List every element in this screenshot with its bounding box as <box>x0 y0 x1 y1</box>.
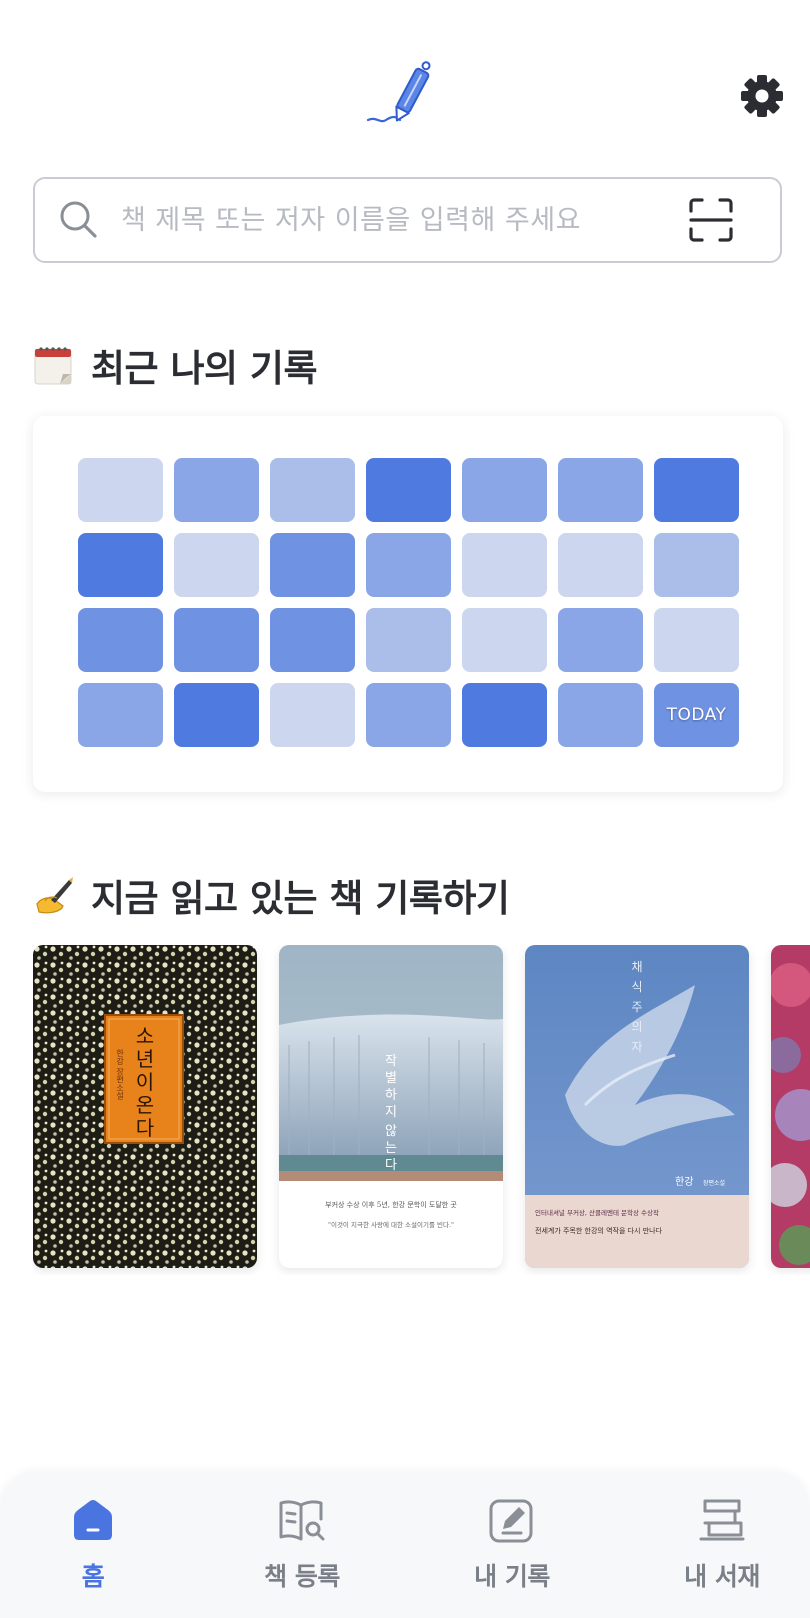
calendar-cell[interactable] <box>654 608 739 672</box>
calendar-cell[interactable] <box>78 608 163 672</box>
tab-home[interactable]: 홈 <box>13 1495 173 1605</box>
book-title-char: 작 <box>385 1054 397 1069</box>
pen-logo-icon <box>366 58 446 130</box>
recent-records-title: 최근 나의 기록 <box>91 347 318 390</box>
book-title-char: 년 <box>136 1047 154 1071</box>
calendar-cell[interactable] <box>270 458 355 522</box>
calendar-cell[interactable] <box>78 533 163 597</box>
calendar-cell[interactable] <box>270 533 355 597</box>
book-title-char: 의 <box>631 1020 642 1034</box>
book-cover[interactable]: 채 식 주 의 자 한강 장편소설 인터내셔널 부커상, 산클레멘테 문학상 수… <box>525 945 749 1268</box>
calendar-cell[interactable] <box>462 683 547 747</box>
calendar-cell[interactable] <box>366 683 451 747</box>
barcode-scan-icon[interactable] <box>688 197 734 243</box>
tab-book-register[interactable]: 책 등록 <box>222 1495 382 1605</box>
reading-now-title: 지금 읽고 있는 책 기록하기 <box>91 877 510 920</box>
bottom-tab-bar: 홈 책 등록 내 기록 내 서재 <box>0 1473 810 1618</box>
book-subtitle: 한강 장편소설 <box>115 1049 124 1100</box>
tab-my-records[interactable]: 내 기록 <box>432 1495 592 1605</box>
book-title-char: 자 <box>631 1040 642 1054</box>
calendar-cell[interactable] <box>174 608 259 672</box>
gear-icon[interactable] <box>740 74 784 118</box>
reading-books-carousel: 소 년 이 온 다 한강 장편소설 작 별 하 지 않 는 다 부커상 수상 이… <box>33 945 810 1275</box>
search-input[interactable] <box>121 204 661 236</box>
recent-records-heading: 최근 나의 기록 <box>33 338 318 392</box>
book-cover[interactable]: 작 별 하 지 않 는 다 부커상 수상 이후 5년, 한강 문학이 도달한 곳… <box>279 945 503 1268</box>
reading-calendar-card: TODAY <box>33 416 783 792</box>
calendar-cell[interactable] <box>174 458 259 522</box>
tab-home-label: 홈 <box>81 1562 105 1591</box>
calendar-cell[interactable] <box>78 458 163 522</box>
calendar-cell[interactable] <box>654 533 739 597</box>
calendar-cell[interactable] <box>366 533 451 597</box>
book-search-icon <box>279 1500 325 1541</box>
book-tagline: 부커상 수상 이후 5년, 한강 문학이 도달한 곳 <box>325 1200 457 1209</box>
book-title-char: 온 <box>136 1093 154 1117</box>
calendar-cell[interactable] <box>558 458 643 522</box>
book-title-char: 다 <box>385 1158 397 1173</box>
today-label: TODAY <box>666 705 727 725</box>
home-icon <box>74 1500 112 1540</box>
tab-book-register-label: 책 등록 <box>264 1562 340 1591</box>
edit-record-icon <box>489 1499 533 1543</box>
tab-my-bookshelf[interactable]: 내 서재 <box>642 1495 802 1605</box>
book-tagline: 전세계가 주목한 한강의 역작을 다시 만나다 <box>535 1226 663 1235</box>
book-title-char: 소 <box>136 1024 154 1048</box>
tab-my-records-label: 내 기록 <box>474 1562 550 1591</box>
book-cover[interactable]: 소 년 이 온 다 한강 장편소설 <box>33 945 257 1268</box>
book-title-char: 지 <box>385 1105 397 1120</box>
book-award: 인터내셔널 부커상, 산클레멘테 문학상 수상작 <box>535 1208 659 1217</box>
home-screen: 최근 나의 기록 TODAY 지금 읽고 있는 책 기록하기 <box>0 0 810 1618</box>
book-title-char: 주 <box>631 1000 642 1014</box>
calendar-cell[interactable] <box>174 683 259 747</box>
calendar-icon <box>34 347 72 385</box>
book-quote: "이것이 지극한 사랑에 대한 소설이기를 빈다." <box>328 1220 454 1229</box>
calendar-cell-today[interactable]: TODAY <box>654 683 739 747</box>
reading-calendar-grid: TODAY <box>78 458 739 747</box>
writing-hand-icon <box>36 877 73 914</box>
calendar-cell[interactable] <box>270 608 355 672</box>
book-title-char: 하 <box>385 1088 397 1103</box>
book-title-char: 별 <box>385 1071 397 1086</box>
calendar-cell[interactable] <box>558 683 643 747</box>
book-title-char: 다 <box>136 1116 154 1140</box>
calendar-cell[interactable] <box>366 458 451 522</box>
book-title-char: 채 <box>631 960 642 974</box>
calendar-cell[interactable] <box>462 458 547 522</box>
calendar-cell[interactable] <box>462 608 547 672</box>
reading-now-heading: 지금 읽고 있는 책 기록하기 <box>33 868 510 922</box>
calendar-cell[interactable] <box>558 608 643 672</box>
calendar-cell[interactable] <box>174 533 259 597</box>
book-title-char: 이 <box>136 1070 154 1094</box>
calendar-cell[interactable] <box>366 608 451 672</box>
calendar-cell[interactable] <box>462 533 547 597</box>
search-icon <box>60 201 97 238</box>
book-author: 한강 <box>675 1176 693 1188</box>
calendar-cell[interactable] <box>558 533 643 597</box>
book-title-char: 않 <box>385 1124 397 1139</box>
calendar-cell[interactable] <box>654 458 739 522</box>
bookshelf-icon <box>699 1499 745 1541</box>
book-subtitle: 장편소설 <box>703 1179 725 1187</box>
calendar-cell[interactable] <box>78 683 163 747</box>
tab-my-bookshelf-label: 내 서재 <box>684 1562 760 1591</box>
book-cover[interactable] <box>771 945 810 1268</box>
book-title-char: 는 <box>385 1141 397 1156</box>
calendar-cell[interactable] <box>270 683 355 747</box>
book-title-char: 식 <box>631 980 642 994</box>
search-bar <box>33 177 782 263</box>
